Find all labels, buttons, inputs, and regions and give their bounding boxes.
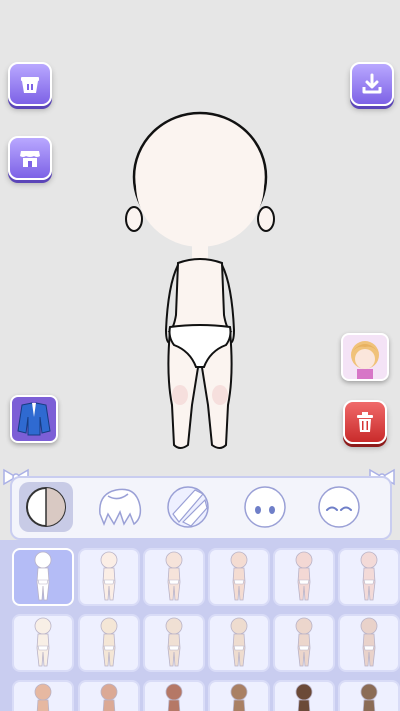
skin-tone-tile[interactable] bbox=[338, 548, 400, 606]
mini-body-icon bbox=[295, 617, 313, 667]
mini-body-icon bbox=[100, 683, 118, 711]
avatar-thumbnail[interactable] bbox=[341, 333, 389, 381]
jacket-icon bbox=[17, 402, 51, 436]
skin-tone-tile[interactable] bbox=[338, 614, 400, 672]
store-button[interactable] bbox=[8, 136, 52, 180]
skin-tone-tile[interactable] bbox=[208, 680, 270, 711]
skin-tone-tile[interactable] bbox=[12, 614, 74, 672]
mini-body-icon bbox=[360, 551, 378, 601]
face-eyes-icon bbox=[244, 486, 286, 528]
skin-tone-tile[interactable] bbox=[143, 680, 205, 711]
skin-tone-tile[interactable] bbox=[208, 614, 270, 672]
character-body bbox=[125, 111, 275, 449]
skin-tone-icon bbox=[26, 487, 66, 527]
mini-body-icon bbox=[165, 683, 183, 711]
skin-tone-tile[interactable] bbox=[143, 548, 205, 606]
mini-body-icon bbox=[295, 683, 313, 711]
skin-tone-tile[interactable] bbox=[12, 548, 74, 606]
hair-front-icon bbox=[167, 486, 209, 528]
mini-body-icon bbox=[100, 551, 118, 601]
category-body-skin[interactable] bbox=[19, 482, 73, 532]
character-portrait-icon bbox=[351, 341, 379, 379]
skin-tone-tile[interactable] bbox=[78, 614, 140, 672]
delete-button[interactable] bbox=[343, 400, 387, 444]
download-button[interactable] bbox=[350, 62, 394, 106]
skin-tone-tile[interactable] bbox=[338, 680, 400, 711]
skin-tone-tile[interactable] bbox=[273, 680, 335, 711]
mini-body-icon bbox=[34, 683, 52, 711]
hair-back-icon bbox=[99, 488, 142, 527]
skin-tone-grid bbox=[0, 540, 400, 711]
skin-tone-tile[interactable] bbox=[143, 614, 205, 672]
mini-body-icon bbox=[165, 617, 183, 667]
category-expression[interactable] bbox=[312, 482, 366, 532]
mini-body-icon bbox=[360, 683, 378, 711]
mini-body-icon bbox=[165, 551, 183, 601]
skin-tone-tile[interactable] bbox=[273, 548, 335, 606]
skin-tone-tile[interactable] bbox=[208, 548, 270, 606]
mini-body-icon bbox=[34, 617, 52, 667]
store-icon bbox=[20, 151, 40, 167]
mini-body-icon bbox=[230, 617, 248, 667]
shop-icon bbox=[21, 77, 39, 93]
shop-button[interactable] bbox=[8, 62, 52, 106]
download-icon bbox=[362, 73, 382, 94]
category-hair-front[interactable] bbox=[161, 482, 215, 532]
face-closed-eyes-icon bbox=[318, 486, 360, 528]
outfit-thumbnail[interactable] bbox=[10, 395, 58, 443]
mini-body-icon bbox=[295, 551, 313, 601]
mini-body-icon bbox=[34, 551, 52, 601]
category-hair-back[interactable] bbox=[92, 482, 146, 532]
category-eyes[interactable] bbox=[238, 482, 292, 532]
skin-tone-tile[interactable] bbox=[273, 614, 335, 672]
mini-body-icon bbox=[100, 617, 118, 667]
mini-body-icon bbox=[360, 617, 378, 667]
trash-icon bbox=[357, 412, 373, 432]
mini-body-icon bbox=[230, 551, 248, 601]
skin-tone-tile[interactable] bbox=[12, 680, 74, 711]
skin-tone-tile[interactable] bbox=[78, 680, 140, 711]
skin-tone-tile[interactable] bbox=[78, 548, 140, 606]
mini-body-icon bbox=[230, 683, 248, 711]
